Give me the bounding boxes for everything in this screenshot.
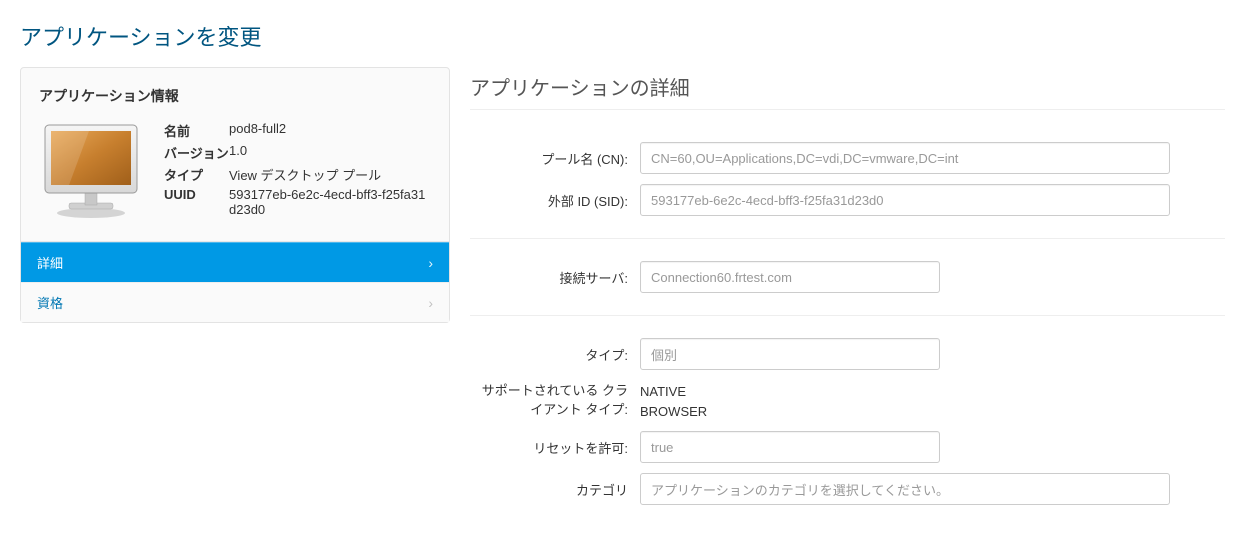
nav-item-details-label: 詳細 — [37, 253, 63, 272]
spec-label-uuid: UUID — [164, 187, 229, 217]
spec-value-version: 1.0 — [229, 143, 431, 162]
nav-item-details[interactable]: 詳細 › — [21, 242, 449, 282]
nav-item-entitlements[interactable]: 資格 › — [21, 282, 449, 322]
label-allow-reset: リセットを許可: — [470, 438, 640, 457]
label-external-id: 外部 ID (SID): — [470, 191, 640, 210]
input-type[interactable] — [640, 338, 940, 370]
monitor-icon — [39, 121, 144, 221]
input-external-id[interactable] — [640, 184, 1170, 216]
label-supported-client-type: サポートされている クライアント タイプ: — [470, 380, 640, 418]
value-supported-client-type: NATIVE BROWSER — [640, 380, 707, 421]
select-category[interactable]: アプリケーションのカテゴリを選択してください。 — [640, 473, 1170, 505]
client-type-native: NATIVE — [640, 382, 707, 402]
info-panel-title: アプリケーション情報 — [39, 86, 431, 106]
spec-label-version: バージョン — [164, 143, 229, 162]
page-title: アプリケーションを変更 — [20, 20, 1225, 52]
label-type: タイプ: — [470, 345, 640, 364]
client-type-browser: BROWSER — [640, 402, 707, 422]
spec-value-uuid: 593177eb-6e2c-4ecd-bff3-f25fa31d23d0 — [229, 187, 431, 217]
spec-value-name: pod8-full2 — [229, 121, 431, 140]
chevron-right-icon: › — [428, 295, 433, 311]
input-pool-cn[interactable] — [640, 142, 1170, 174]
select-category-placeholder: アプリケーションのカテゴリを選択してください。 — [651, 480, 949, 499]
section-title-details: アプリケーションの詳細 — [470, 72, 1225, 110]
label-category: カテゴリ — [470, 480, 640, 499]
label-connection-server: 接続サーバ: — [470, 268, 640, 287]
spec-value-type: View デスクトップ プール — [229, 165, 431, 184]
chevron-right-icon: › — [428, 255, 433, 271]
input-allow-reset[interactable] — [640, 431, 940, 463]
app-info-panel: アプリケーション情報 — [20, 67, 450, 323]
spec-label-type: タイプ — [164, 165, 229, 184]
nav-item-entitlements-label: 資格 — [37, 293, 63, 312]
spec-label-name: 名前 — [164, 121, 229, 140]
input-connection-server[interactable] — [640, 261, 940, 293]
label-pool-cn: プール名 (CN): — [470, 149, 640, 168]
